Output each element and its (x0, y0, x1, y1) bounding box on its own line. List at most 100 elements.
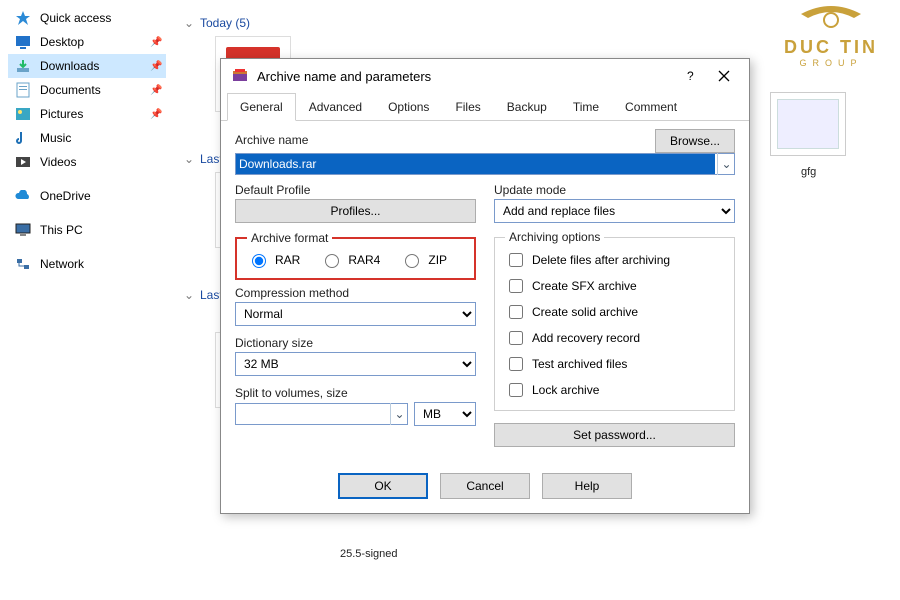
opt-test-checkbox[interactable] (509, 357, 523, 371)
tab-files[interactable]: Files (442, 93, 493, 121)
archive-format-legend: Archive format (247, 231, 332, 245)
opt-lock-checkbox[interactable] (509, 383, 523, 397)
archive-format-group: Archive format RAR RAR4 ZIP (235, 237, 476, 280)
dictionary-select[interactable]: 32 MB (235, 352, 476, 376)
tab-comment[interactable]: Comment (612, 93, 690, 121)
pin-icon: 📌 (150, 37, 160, 47)
archive-name-combo[interactable]: Downloads.rar ⌄ (235, 153, 735, 175)
sidebar-item-documents[interactable]: Documents 📌 (8, 78, 166, 102)
default-profile-label: Default Profile (235, 183, 476, 197)
chevron-down-icon: ⌄ (184, 152, 194, 166)
cloud-icon (14, 188, 32, 204)
sidebar-quick-access[interactable]: Quick access (8, 6, 166, 30)
videos-icon (14, 154, 32, 170)
archiving-options-group: Archiving options Delete files after arc… (494, 237, 735, 411)
sidebar-onedrive[interactable]: OneDrive (8, 184, 166, 208)
checkbox-label: Create solid archive (532, 305, 638, 319)
tab-panel-general: Archive name Browse... Downloads.rar ⌄ D… (221, 121, 749, 461)
format-rar[interactable]: RAR (247, 251, 300, 268)
opt-solid-checkbox[interactable] (509, 305, 523, 319)
pin-icon: 📌 (150, 85, 160, 95)
split-unit-select[interactable]: MB (414, 402, 476, 426)
chevron-down-icon: ⌄ (184, 288, 194, 302)
format-rar4[interactable]: RAR4 (320, 251, 380, 268)
format-rar4-radio[interactable] (325, 254, 339, 268)
star-icon (14, 10, 32, 26)
compression-select[interactable]: Normal (235, 302, 476, 326)
browse-button[interactable]: Browse... (655, 129, 735, 153)
format-zip[interactable]: ZIP (400, 251, 447, 268)
help-button[interactable]: ? (673, 62, 707, 90)
pin-icon: 📌 (150, 109, 160, 119)
tab-backup[interactable]: Backup (494, 93, 560, 121)
format-rar-radio[interactable] (252, 254, 266, 268)
radio-label: ZIP (428, 253, 447, 267)
pictures-icon (14, 106, 32, 122)
checkbox-label: Lock archive (532, 383, 599, 397)
documents-icon (14, 82, 32, 98)
group-today[interactable]: ⌄ Today (5) (184, 16, 900, 30)
update-mode-select[interactable]: Add and replace files (494, 199, 735, 223)
opt-lock[interactable]: Lock archive (505, 380, 724, 400)
opt-sfx-checkbox[interactable] (509, 279, 523, 293)
desktop-icon (14, 34, 32, 50)
split-size-input[interactable] (235, 403, 408, 425)
dialog-tabs: General Advanced Options Files Backup Ti… (221, 93, 749, 121)
update-mode-label: Update mode (494, 183, 735, 197)
opt-recovery[interactable]: Add recovery record (505, 328, 724, 348)
checkbox-label: Create SFX archive (532, 279, 637, 293)
sidebar-item-label: Videos (40, 155, 76, 169)
sidebar-label: Quick access (40, 11, 111, 25)
sidebar-thispc[interactable]: This PC (8, 218, 166, 242)
tab-options[interactable]: Options (375, 93, 442, 121)
sidebar-item-desktop[interactable]: Desktop 📌 (8, 30, 166, 54)
opt-delete[interactable]: Delete files after archiving (505, 250, 724, 270)
tab-general[interactable]: General (227, 93, 296, 121)
split-label: Split to volumes, size (235, 386, 476, 400)
sidebar-item-label: Downloads (40, 59, 99, 73)
close-button[interactable] (707, 62, 741, 90)
sidebar-item-pictures[interactable]: Pictures 📌 (8, 102, 166, 126)
profiles-button[interactable]: Profiles... (235, 199, 476, 223)
dialog-titlebar[interactable]: Archive name and parameters ? (221, 59, 749, 93)
chevron-down-icon[interactable]: ⌄ (717, 153, 735, 175)
sidebar-item-music[interactable]: Music (8, 126, 166, 150)
opt-test[interactable]: Test archived files (505, 354, 724, 374)
sidebar-item-label: Documents (40, 83, 101, 97)
archive-name-selected-text: Downloads.rar (236, 154, 715, 174)
ok-button[interactable]: OK (338, 473, 428, 499)
sidebar-item-label: Network (40, 257, 84, 271)
sidebar-item-downloads[interactable]: Downloads 📌 (8, 54, 166, 78)
archive-name-label: Archive name (235, 133, 308, 147)
pin-icon: 📌 (150, 61, 160, 71)
dialog-button-bar: OK Cancel Help (221, 461, 749, 513)
downloads-icon (14, 58, 32, 74)
opt-recovery-checkbox[interactable] (509, 331, 523, 345)
format-zip-radio[interactable] (405, 254, 419, 268)
sidebar-item-label: Music (40, 131, 71, 145)
radio-label: RAR (275, 253, 300, 267)
dialog-title: Archive name and parameters (257, 69, 673, 84)
opt-sfx[interactable]: Create SFX archive (505, 276, 724, 296)
svg-text:?: ? (687, 70, 694, 82)
set-password-button[interactable]: Set password... (494, 423, 735, 447)
opt-delete-checkbox[interactable] (509, 253, 523, 267)
tab-time[interactable]: Time (560, 93, 612, 121)
tab-advanced[interactable]: Advanced (296, 93, 375, 121)
checkbox-label: Add recovery record (532, 331, 640, 345)
sidebar-item-label: Pictures (40, 107, 83, 121)
opt-solid[interactable]: Create solid archive (505, 302, 724, 322)
help-button-bottom[interactable]: Help (542, 473, 632, 499)
checkbox-label: Delete files after archiving (532, 253, 670, 267)
compression-label: Compression method (235, 286, 476, 300)
sidebar-item-videos[interactable]: Videos (8, 150, 166, 174)
cancel-button[interactable]: Cancel (440, 473, 530, 499)
sidebar-item-label: Desktop (40, 35, 84, 49)
dictionary-label: Dictionary size (235, 336, 476, 350)
explorer-sidebar: Quick access Desktop 📌 Downloads 📌 Docum… (8, 6, 166, 276)
winrar-icon (231, 67, 249, 85)
chevron-down-icon[interactable]: ⌄ (390, 403, 408, 425)
sidebar-item-label: This PC (40, 223, 83, 237)
checkbox-label: Test archived files (532, 357, 627, 371)
sidebar-network[interactable]: Network (8, 252, 166, 276)
